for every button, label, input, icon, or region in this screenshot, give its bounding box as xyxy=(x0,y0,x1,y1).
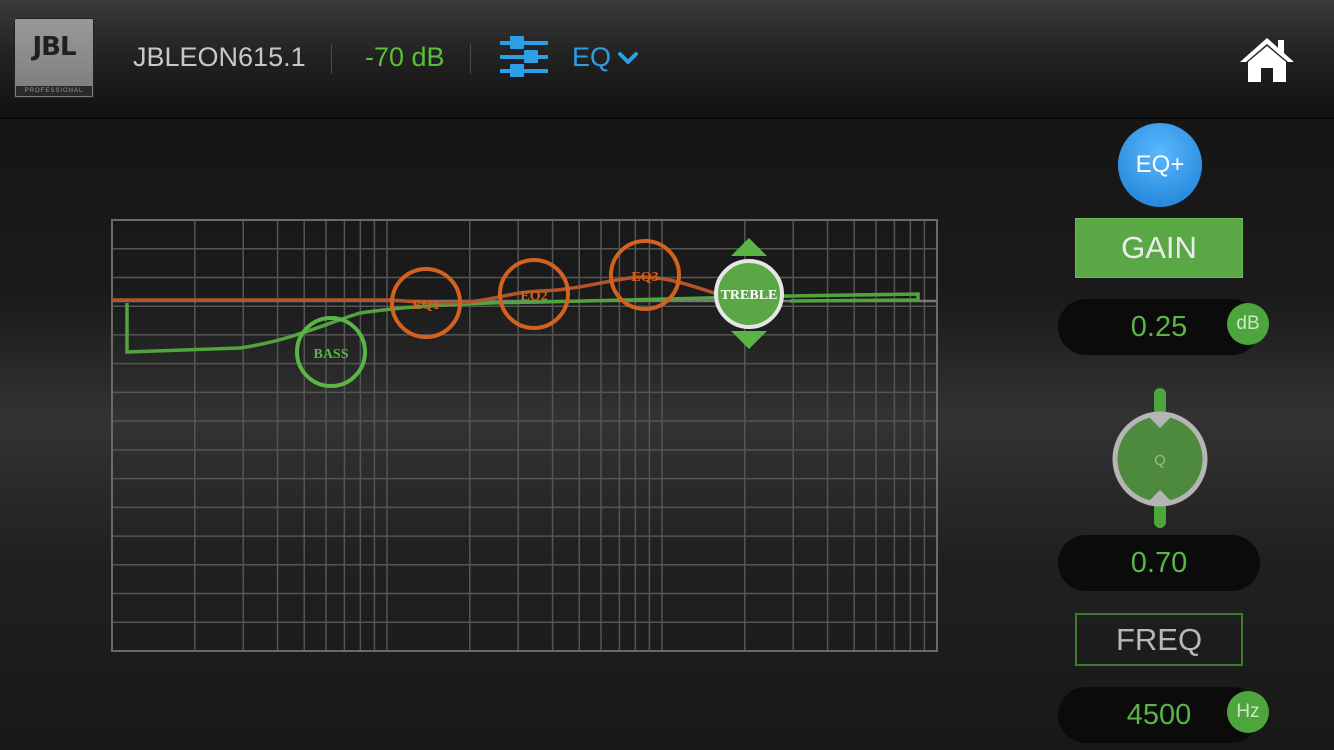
bass-node-label: BASS xyxy=(313,347,348,362)
q-label: Q xyxy=(1154,452,1166,469)
graph-grid xyxy=(111,220,937,651)
db-unit-badge: dB xyxy=(1227,303,1269,345)
freq-button[interactable]: FREQ xyxy=(1075,613,1243,666)
hz-unit-badge: Hz xyxy=(1227,691,1269,733)
treble-up-arrow-icon[interactable] xyxy=(731,238,767,256)
q-value: 0.70 xyxy=(1130,546,1188,579)
bass-node[interactable]: BASS xyxy=(295,316,367,388)
eq1-node-label: EQ1 xyxy=(412,298,439,313)
freq-value: 4500 xyxy=(1126,698,1192,731)
gain-value: 0.25 xyxy=(1130,310,1188,343)
graph-border xyxy=(111,219,938,652)
q-value-field[interactable]: 0.70 xyxy=(1058,535,1260,591)
treble-node-label: TREBLE xyxy=(721,288,778,303)
eq2-node-label: EQ2 xyxy=(520,289,547,304)
treble-down-arrow-icon[interactable] xyxy=(731,331,767,349)
treble-node[interactable]: TREBLE xyxy=(714,238,784,349)
gain-button[interactable]: GAIN xyxy=(1075,218,1243,278)
eq3-node-label: EQ3 xyxy=(631,270,658,285)
q-knob[interactable]: Q xyxy=(1108,386,1212,530)
eq-plus-button[interactable]: EQ+ xyxy=(1118,123,1202,207)
